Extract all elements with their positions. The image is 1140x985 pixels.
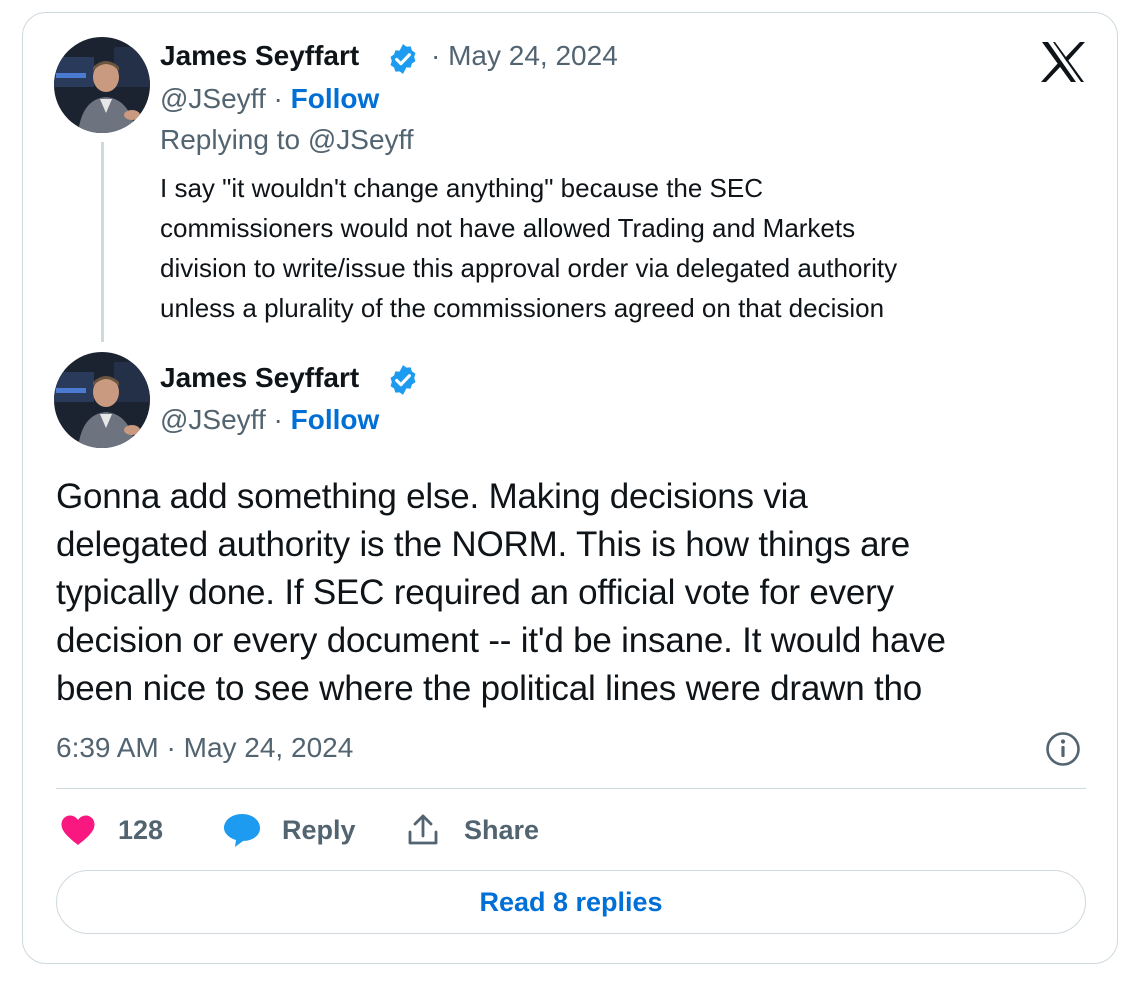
thread-line <box>101 142 104 342</box>
author-handle[interactable]: @JSeyff <box>160 83 266 114</box>
reply-tweet-text: I say "it wouldn't change anything" beca… <box>160 168 1060 328</box>
share-icon <box>406 812 440 848</box>
divider <box>56 788 1086 789</box>
info-icon[interactable] <box>1045 731 1081 767</box>
text-line: been nice to see where the political lin… <box>56 669 923 708</box>
verified-badge-icon <box>386 363 420 397</box>
replying-to: Replying to @JSeyff <box>160 124 414 155</box>
text-line: commissioners would not have allowed Tra… <box>160 213 856 243</box>
speech-bubble-icon <box>222 811 262 849</box>
author-name[interactable]: James Seyffart <box>160 40 359 72</box>
main-tweet-text: Gonna add something else. Making decisio… <box>56 473 1096 713</box>
separator: · <box>431 40 441 71</box>
date-line: · May 24, 2024 <box>431 40 618 72</box>
follow-button[interactable]: Follow <box>291 83 380 114</box>
like-button[interactable]: 128 <box>60 810 163 850</box>
heart-icon <box>60 813 96 847</box>
text-line: delegated authority is the NORM. This is… <box>56 525 911 564</box>
share-label: Share <box>464 814 540 845</box>
text-line: division to write/issue this approval or… <box>160 253 898 283</box>
text-line: typically done. If SEC required an offic… <box>56 573 894 612</box>
reply-button[interactable]: Reply <box>222 810 356 850</box>
follow-button[interactable]: Follow <box>291 404 380 435</box>
separator: · <box>273 404 283 435</box>
like-count: 128 <box>118 814 164 845</box>
avatar[interactable] <box>54 352 150 448</box>
avatar[interactable] <box>54 37 150 133</box>
tweet-timestamp[interactable]: 6:39 AM · May 24, 2024 <box>56 732 353 764</box>
handle-line: @JSeyff · Follow <box>160 83 379 115</box>
verified-badge-icon <box>386 42 420 76</box>
text-line: I say "it wouldn't change anything" beca… <box>160 173 764 203</box>
text-line: decision or every document -- it'd be in… <box>56 621 946 660</box>
handle-line: @JSeyff · Follow <box>160 404 379 436</box>
read-replies-button[interactable]: Read 8 replies <box>56 870 1086 934</box>
author-name[interactable]: James Seyffart <box>160 362 359 394</box>
share-button[interactable]: Share <box>406 810 539 850</box>
x-logo-icon[interactable] <box>1040 40 1086 84</box>
text-line: unless a plurality of the commissioners … <box>160 293 885 323</box>
author-handle[interactable]: @JSeyff <box>160 404 266 435</box>
separator: · <box>273 83 283 114</box>
text-line: Gonna add something else. Making decisio… <box>56 477 808 516</box>
tweet-date[interactable]: May 24, 2024 <box>448 40 618 71</box>
reply-label: Reply <box>282 814 356 845</box>
